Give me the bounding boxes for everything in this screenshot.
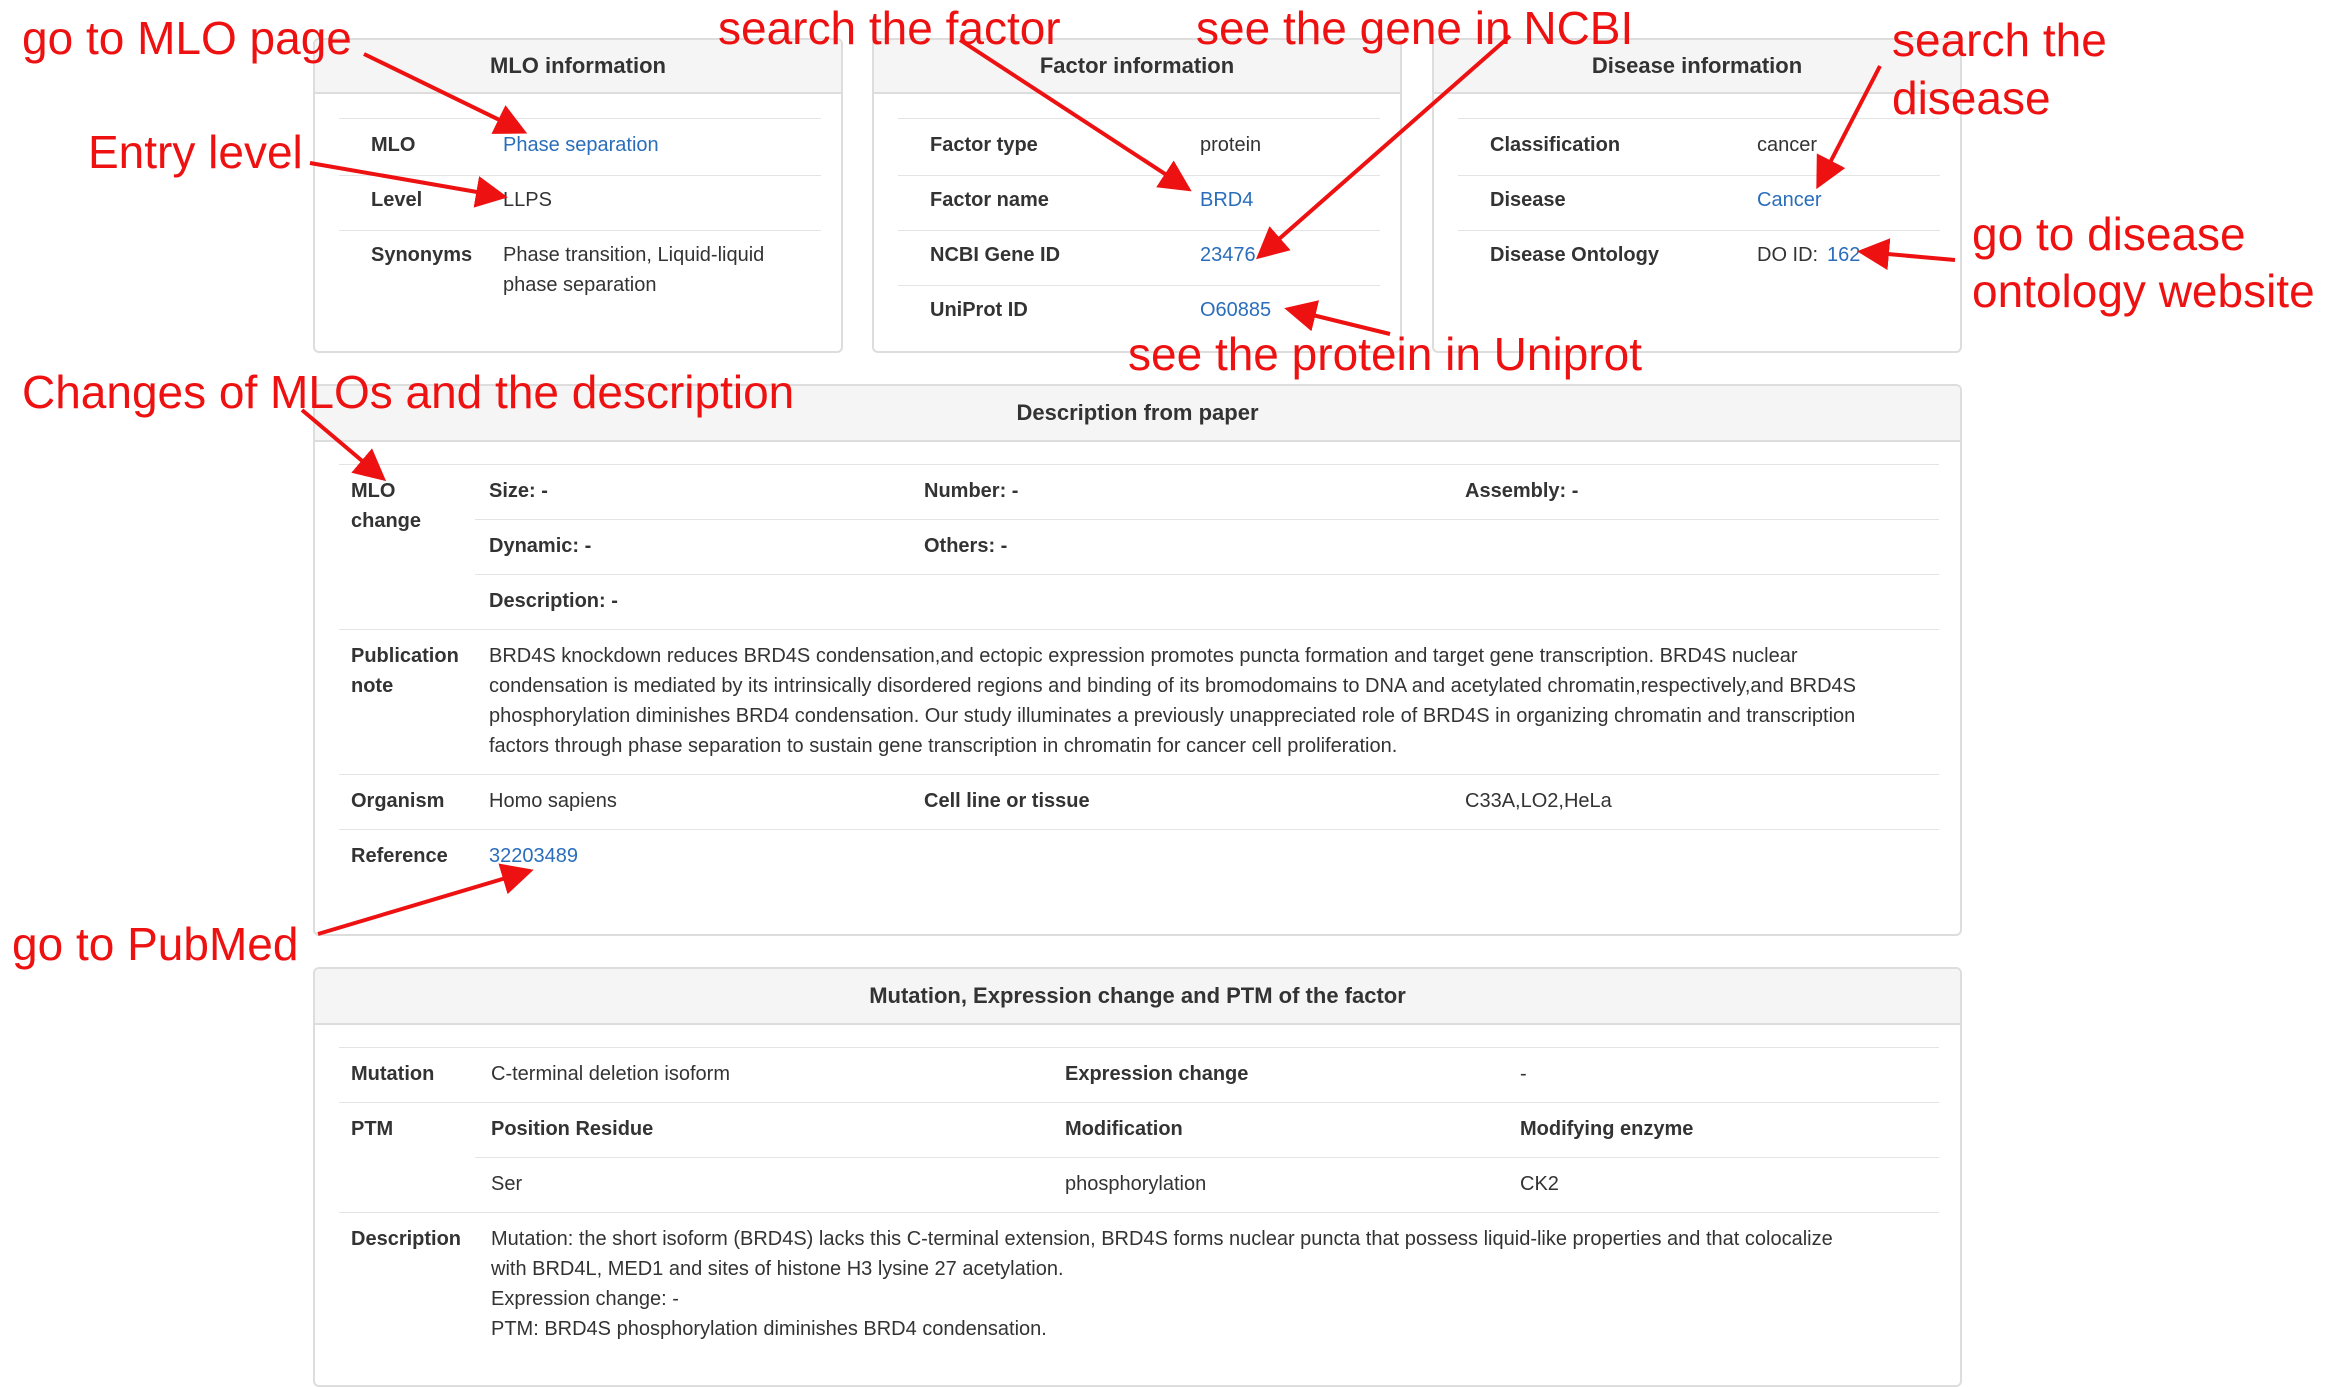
ncbi-gene-link[interactable]: 23476 [1200,240,1256,270]
ptm-label: PTM [351,1118,394,1140]
annotation-search-disease-1: search the [1892,14,2107,66]
mutation-description-line-1: Mutation: the short isoform (BRD4S) lack… [491,1228,1833,1250]
publication-note-line-3: phosphorylation diminishes BRD4 condensa… [489,705,1856,727]
factor-type-value: protein [1200,134,1262,156]
cell-line-label: Cell line or tissue [924,790,1090,812]
mutation-description-line-4: PTM: BRD4S phosphorylation diminishes BR… [491,1318,1047,1340]
annotation-entry-level: Entry level [88,126,303,178]
annotation-changes-mlo: Changes of MLOs and the description [22,366,795,418]
mlo-label: MLO [371,134,416,156]
annotation-go-mlo: go to MLO page [22,12,352,64]
factor-name-link[interactable]: BRD4 [1200,185,1253,215]
modifying-enzyme-header: Modifying enzyme [1520,1118,1694,1140]
mutation-label: Mutation [351,1063,435,1085]
publication-note-line-1: BRD4S knockdown reduces BRD4S condensati… [489,645,1798,667]
position-residue-value: Ser [491,1173,523,1195]
disease-info-panel: Disease information Classification cance… [1432,38,1962,353]
annotation-go-ontology-2: ontology website [1972,265,2315,317]
classification-label: Classification [1490,134,1621,156]
reference-link[interactable]: 32203489 [489,841,578,871]
mutation-description-label: Description [351,1228,462,1250]
mutation-description-line-2: with BRD4L, MED1 and sites of histone H3… [491,1258,1064,1280]
description-field: Description: - [489,590,618,612]
disease-ontology-label: Disease Ontology [1490,244,1659,266]
mutation-description-line-3: Expression change: - [491,1288,679,1310]
publication-note-line-2: condensation is mediated by its intrinsi… [489,675,1857,697]
modifying-enzyme-value: CK2 [1520,1173,1559,1195]
mlo-change-label-1: MLO [351,480,396,502]
mutation-panel: Mutation, Expression change and PTM of t… [313,967,1962,1387]
position-residue-header: Position Residue [491,1118,654,1140]
others-field: Others: - [924,535,1008,557]
mlo-link[interactable]: Phase separation [503,130,659,160]
synonyms-value-line2: phase separation [503,274,657,296]
factor-type-label: Factor type [930,134,1038,156]
expression-label: Expression change [1065,1063,1249,1085]
annotation-see-gene: see the gene in NCBI [1196,2,1634,54]
disease-link[interactable]: Cancer [1757,185,1821,215]
level-value: LLPS [503,189,552,211]
level-label: Level [371,189,423,211]
reference-label: Reference [351,845,448,867]
dynamic-field: Dynamic: - [489,535,592,557]
expression-value: - [1520,1063,1527,1085]
description-panel: Description from paper MLO change Size: … [313,384,1962,936]
uniprot-link[interactable]: O60885 [1200,295,1271,325]
publication-note-label-2: note [351,675,394,697]
publication-note-label-1: Publication [351,645,459,667]
uniprot-label: UniProt ID [930,299,1028,321]
annotation-go-ontology-1: go to disease [1972,208,2246,260]
disease-label: Disease [1490,189,1566,211]
annotation-see-protein: see the protein in Uniprot [1128,328,1642,380]
annotation-search-disease-2: disease [1892,72,2051,124]
classification-value: cancer [1757,134,1818,156]
mlo-info-panel: MLO information MLO Phase separation Lev… [313,38,843,353]
organism-label: Organism [351,790,445,812]
annotation-search-factor: search the factor [718,2,1061,54]
modification-header: Modification [1065,1118,1183,1140]
synonyms-label: Synonyms [371,244,473,266]
ontology-prefix: DO ID: [1757,244,1819,266]
mlo-change-label-2: change [351,510,422,532]
mutation-value: C-terminal deletion isoform [491,1063,730,1085]
synonyms-value-line1: Phase transition, Liquid-liquid [503,244,765,266]
factor-name-label: Factor name [930,189,1049,211]
cell-line-value: C33A,LO2,HeLa [1465,790,1612,812]
organism-value: Homo sapiens [489,790,617,812]
size-field: Size: - [489,480,548,502]
number-field: Number: - [924,480,1019,502]
annotation-go-pubmed: go to PubMed [12,918,299,970]
publication-note-line-4: factors through phase separation to sust… [489,735,1398,757]
modification-value: phosphorylation [1065,1173,1207,1195]
factor-info-panel: Factor information Factor type protein F… [872,38,1402,353]
ontology-link[interactable]: 162 [1827,240,1860,270]
mutation-title: Mutation, Expression change and PTM of t… [315,969,1960,1025]
assembly-field: Assembly: - [1465,480,1579,502]
ncbi-gene-label: NCBI Gene ID [930,244,1061,266]
